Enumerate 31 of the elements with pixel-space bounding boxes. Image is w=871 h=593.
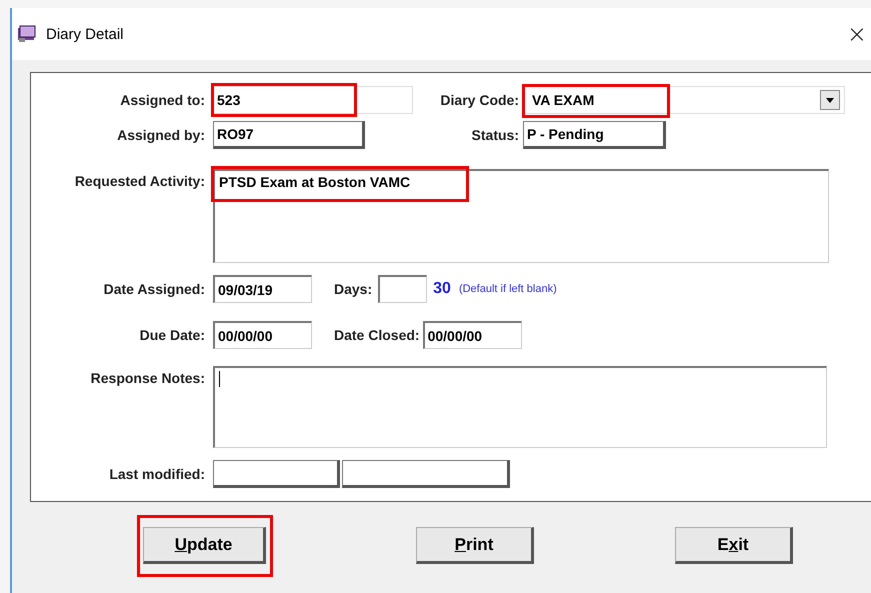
close-button[interactable]: ×	[842, 20, 871, 48]
window-title: Diary Detail	[46, 26, 124, 42]
action-button[interactable]: Exit	[675, 527, 793, 564]
dropdown-icon	[820, 90, 840, 110]
field-label: Requested Activity:	[74, 172, 206, 189]
field-label: Last modified:	[108, 466, 206, 482]
field-label: Date Assigned:	[102, 281, 206, 297]
field-label: Date Closed:	[334, 327, 420, 343]
field-label: Response Notes:	[90, 369, 206, 386]
hint-text: (Default if left blank)	[458, 283, 557, 295]
status-field[interactable]: P - Pending	[523, 121, 666, 149]
days-field[interactable]	[378, 275, 428, 303]
field-label: Status:	[470, 127, 520, 143]
assigned-to-field[interactable]: 523	[213, 86, 413, 114]
field-label: Due Date:	[138, 327, 206, 343]
field-label: Assigned by:	[116, 127, 206, 143]
field-label: Assigned to:	[119, 92, 206, 108]
date-closed-field[interactable]: 00/00/00	[422, 321, 522, 349]
due-date-field[interactable]: 00/00/00	[213, 321, 312, 349]
field-label: Diary Code:	[439, 92, 520, 108]
default-days-value: 30	[433, 280, 451, 298]
field-label: Days:	[334, 281, 372, 297]
action-button[interactable]: Print	[416, 527, 534, 564]
assigned-by-field[interactable]: RO97	[213, 121, 365, 149]
last-modified-field[interactable]	[213, 460, 340, 488]
last-modified-field[interactable]	[342, 460, 510, 488]
response-notes-field[interactable]	[213, 366, 827, 448]
app-icon	[17, 25, 37, 43]
requested-activity-field[interactable]: PTSD Exam at Boston VAMC	[213, 169, 829, 263]
action-button[interactable]: Update	[143, 527, 266, 564]
date-assigned-field[interactable]: 09/03/19	[213, 275, 312, 303]
